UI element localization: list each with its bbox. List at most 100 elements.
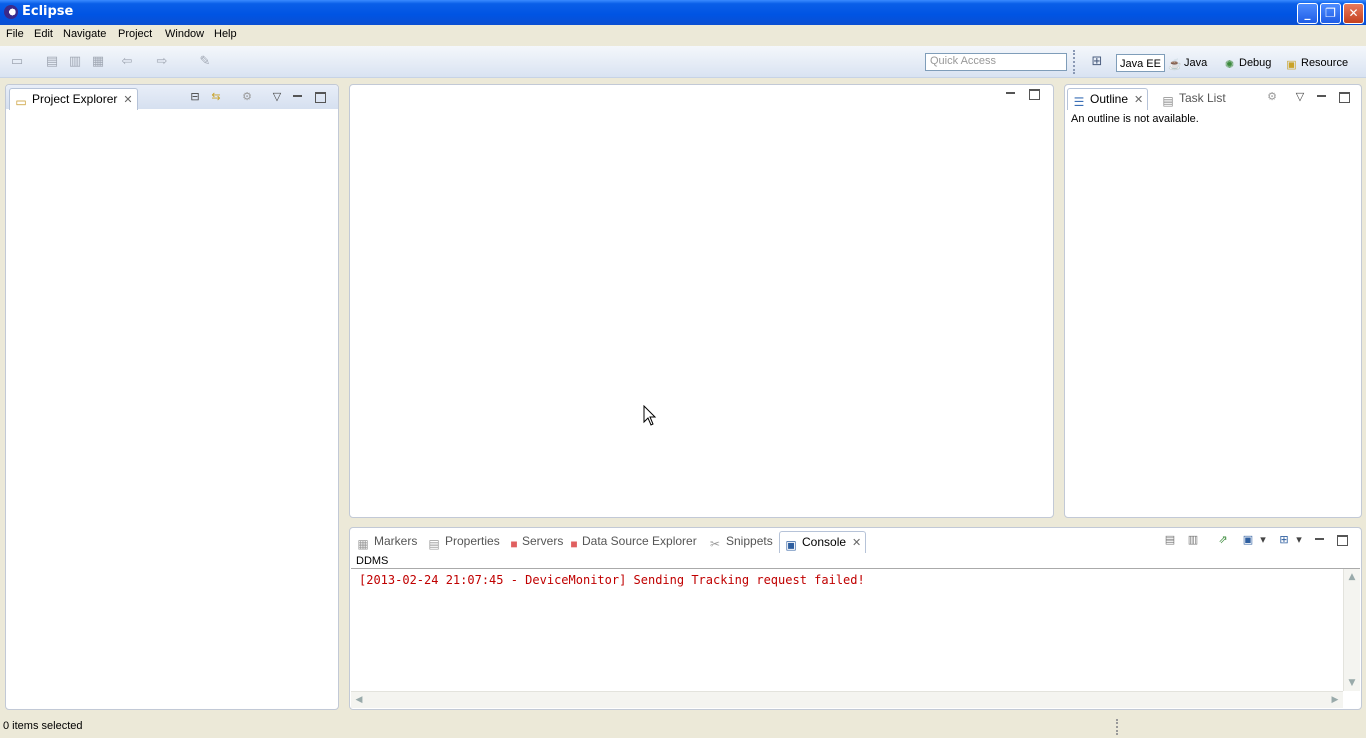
folder-icon: ▭ [15,95,27,109]
save-all-icon[interactable]: ▥ [67,54,83,70]
last-edit-icon[interactable]: ✎ [197,54,213,70]
scroll-lock-icon[interactable]: ▥ [1186,533,1200,547]
tab-markers[interactable]: ▦ Markers [352,531,421,553]
view-menu-icon[interactable]: ▽ [1293,90,1307,104]
close-window-button[interactable]: ✕ [1343,3,1364,24]
minimize-icon[interactable] [1003,87,1017,101]
menu-window[interactable]: Window [165,28,204,40]
minimize-icon[interactable] [1312,533,1326,547]
status-bar: 0 items selected [0,716,1366,738]
display-console-icon[interactable]: ▣ [1241,533,1255,547]
minimize-icon[interactable] [1314,90,1328,104]
console-name: DDMS [356,555,389,567]
maximize-icon[interactable] [1027,87,1041,101]
perspective-java-ee[interactable]: Java EE [1116,54,1165,72]
tab-project-explorer[interactable]: ▭ Project Explorer ✕ [9,88,138,110]
view-menu-icon[interactable]: ▽ [270,90,284,104]
console-icon: ▣ [785,538,797,552]
vertical-scrollbar[interactable]: ▲ ▼ [1343,569,1360,691]
scroll-right-icon[interactable]: ▶ [1327,692,1343,708]
menu-help[interactable]: Help [214,28,237,40]
new-icon[interactable]: ▭ [9,54,25,70]
outline-panel: ☰ Outline ✕ ▤ Task List ⚙ ▽ An outline is n… [1064,84,1362,518]
status-grip [1116,719,1118,735]
open-perspective-icon[interactable]: ⊞ [1089,54,1105,70]
quick-access-input[interactable]: Quick Access [925,53,1067,71]
tab-label: Snippets [726,534,773,548]
outline-tabbar: ☰ Outline ✕ ▤ Task List ⚙ ▽ [1065,85,1361,110]
tab-task-list[interactable]: ▤ Task List [1157,88,1230,110]
horizontal-scrollbar[interactable]: ◀ ▶ [351,691,1343,708]
perspective-resource[interactable]: ▣ Resource [1285,54,1348,72]
maximize-icon[interactable] [1335,533,1349,547]
restore-window-button[interactable]: ❐ [1320,3,1341,24]
back-icon[interactable]: ⇦ [119,54,135,70]
collapse-all-icon[interactable]: ⊟ [188,90,202,104]
pin-console-icon[interactable]: ⇗ [1216,533,1230,547]
console-panel: ▦ Markers ▤ Properties ■ Servers ■ Data Sour… [349,527,1362,710]
menu-project[interactable]: Project [118,28,152,40]
tab-properties[interactable]: ▤ Properties [423,531,504,553]
window-title: Eclipse [22,4,74,19]
scroll-down-icon[interactable]: ▼ [1344,675,1360,691]
outline-message: An outline is not available. [1071,113,1199,125]
tab-label: Task List [1179,91,1226,105]
tab-label: Properties [445,534,500,548]
menu-file[interactable]: File [6,28,24,40]
perspective-debug[interactable]: ✺ Debug [1223,54,1272,72]
minimize-window-button[interactable]: _ [1297,3,1318,24]
menu-bar: File Edit Navigate Project Window Help [0,25,1366,45]
resource-icon: ▣ [1286,59,1297,71]
toolbar-grip[interactable] [1073,50,1076,74]
perspective-label: Java EE [1120,58,1161,70]
menu-edit[interactable]: Edit [34,28,53,40]
focus-icon[interactable]: ⚙ [1265,90,1279,104]
title-bar[interactable]: Eclipse _ ❐ ✕ [0,0,1366,25]
perspective-label: Resource [1301,57,1349,69]
snippets-icon: ✂ [709,537,721,551]
tab-label: Data Source Explorer [582,534,697,548]
clear-console-icon[interactable]: ▤ [1163,533,1177,547]
eclipse-icon [4,5,18,19]
scroll-up-icon[interactable]: ▲ [1344,569,1360,585]
servers-icon: ■ [510,537,518,551]
tab-servers[interactable]: ■ Servers [506,531,567,553]
close-icon[interactable]: ✕ [1134,90,1143,110]
close-icon[interactable]: ✕ [123,90,132,110]
properties-icon: ▤ [428,537,440,551]
status-text: 0 items selected [3,720,83,732]
tab-console[interactable]: ▣ Console ✕ [779,531,867,553]
tab-snippets[interactable]: ✂ Snippets [704,531,777,553]
tab-label: Markers [374,534,418,548]
console-output[interactable]: [2013-02-24 21:07:45 - DeviceMonitor] Se… [351,568,1360,708]
tab-label: Outline [1090,92,1129,106]
chevron-down-icon[interactable]: ▾ [1292,533,1306,547]
console-error-line: [2013-02-24 21:07:45 - DeviceMonitor] Se… [359,573,865,587]
debug-icon: ✺ [1224,59,1235,71]
close-icon[interactable]: ✕ [852,533,861,553]
maximize-icon[interactable] [1337,90,1351,104]
save-icon[interactable]: ▤ [44,54,60,70]
tab-data-source-explorer[interactable]: ■ Data Source Explorer [566,531,701,553]
markers-icon: ▦ [357,537,369,551]
main-toolbar: ▭ ▤ ▥ ▦ ⇦ ⇨ ✎ Quick Access ⊞ Java EE ☕ Ja… [0,46,1366,78]
menu-navigate[interactable]: Navigate [63,28,106,40]
filter-icon[interactable]: ⚙ [240,90,254,104]
tab-outline[interactable]: ☰ Outline ✕ [1067,88,1149,110]
project-explorer-panel: ▭ Project Explorer ✕ ⊟ ⇆ ⚙ ▽ [5,84,339,710]
scroll-left-icon[interactable]: ◀ [351,692,367,708]
bottom-tabbar: ▦ Markers ▤ Properties ■ Servers ■ Data Sour… [350,528,1361,553]
perspective-java[interactable]: ☕ Java [1168,54,1207,72]
outline-icon: ☰ [1073,95,1085,109]
forward-icon[interactable]: ⇨ [154,54,170,70]
tab-label: Project Explorer [32,92,118,106]
chevron-down-icon[interactable]: ▾ [1256,533,1270,547]
open-console-icon[interactable]: ⊞ [1277,533,1291,547]
link-with-editor-icon[interactable]: ⇆ [209,90,223,104]
project-explorer-tabbar: ▭ Project Explorer ✕ ⊟ ⇆ ⚙ ▽ [6,85,338,110]
print-icon[interactable]: ▦ [90,54,106,70]
editor-area[interactable] [349,84,1054,518]
tab-label: Console [802,535,847,549]
maximize-icon[interactable] [313,90,327,104]
minimize-icon[interactable] [290,90,304,104]
